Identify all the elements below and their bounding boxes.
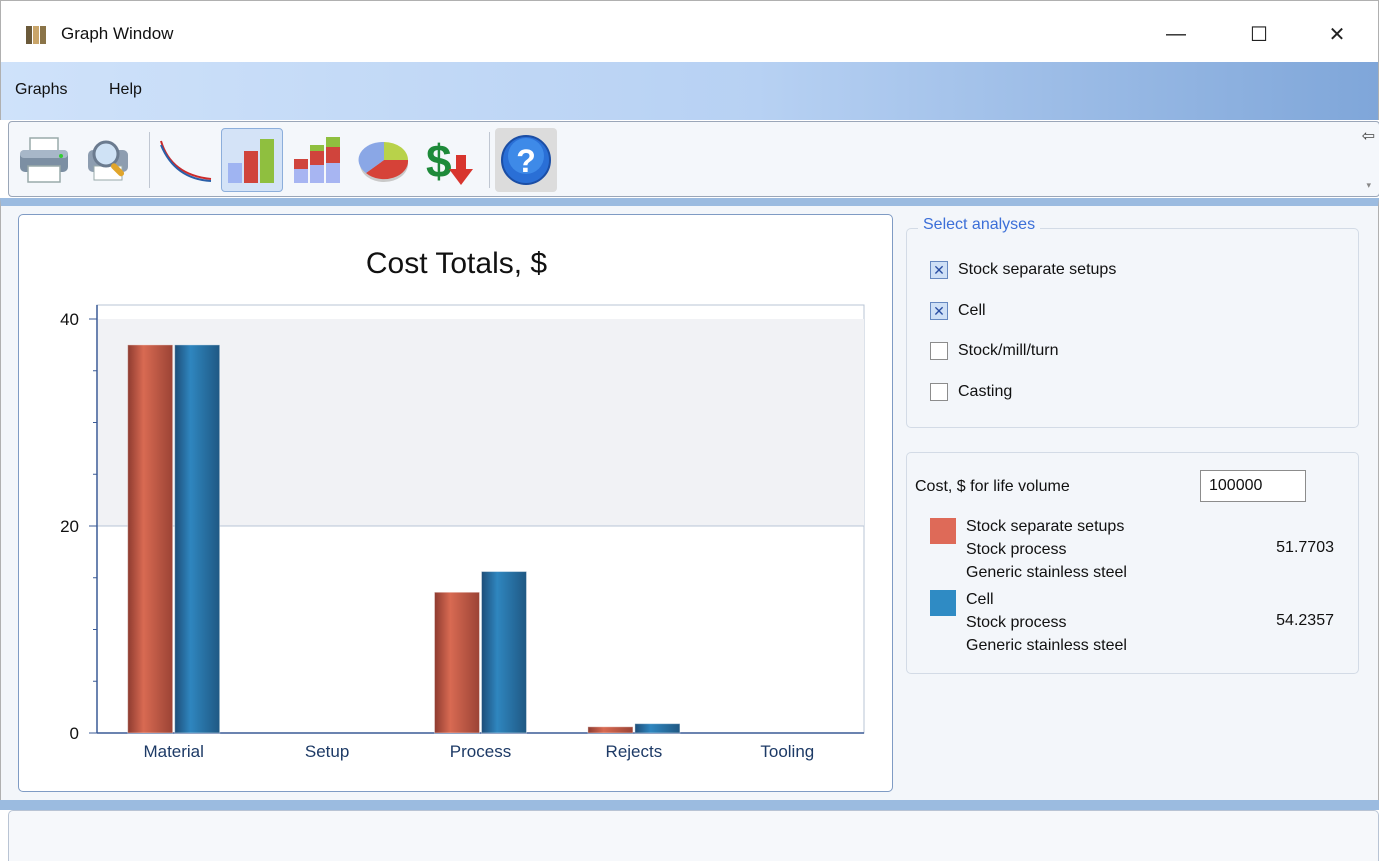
y-tick-label: 20	[60, 517, 79, 536]
svg-text:$: $	[426, 135, 452, 187]
checkbox[interactable]	[930, 342, 948, 360]
bar-material-series-2	[174, 344, 221, 734]
legend-line: Stock separate setups	[966, 518, 1125, 535]
check-icon: ✕	[933, 261, 945, 278]
x-tick-label: Tooling	[760, 742, 814, 761]
cost-dollar-down-icon: $	[426, 135, 473, 187]
checkbox[interactable]: ✕	[930, 302, 948, 320]
legend-line: Generic stainless steel	[966, 637, 1127, 654]
print-preview-button[interactable]	[79, 128, 141, 192]
pie-chart-icon	[358, 141, 409, 182]
x-tick-label: Process	[450, 742, 511, 761]
stacked-bar-graph-button[interactable]	[287, 128, 349, 192]
x-tick-label: Rejects	[606, 742, 663, 761]
legend-line: Cell	[966, 591, 994, 608]
bar-process-series-1	[434, 591, 480, 734]
checkbox-label: Stock separate setups	[958, 261, 1117, 278]
toolbar-overflow-icon[interactable]: ▾	[1366, 180, 1371, 191]
toolbar: $ ? ⇦ ▾	[8, 121, 1379, 197]
bar-graph-button[interactable]	[221, 128, 283, 192]
svg-text:?: ?	[516, 143, 536, 179]
y-tick-label: 40	[60, 310, 79, 329]
minimize-icon: —	[1166, 22, 1186, 45]
bottom-splitter[interactable]	[0, 800, 1379, 810]
curve-graph-icon	[160, 140, 212, 182]
bottom-panel	[8, 810, 1379, 861]
analysis-casting[interactable]: Casting	[930, 383, 1012, 401]
legend-swatch	[930, 590, 956, 616]
check-icon: ✕	[933, 302, 945, 319]
legend-line: Stock process	[966, 614, 1067, 631]
close-button[interactable]: ✕	[1317, 19, 1357, 49]
pin-icon[interactable]: ⇦	[1362, 126, 1375, 146]
toolbar-separator	[489, 132, 490, 188]
maximize-icon: ☐	[1250, 23, 1268, 46]
checkbox-label: Casting	[958, 383, 1013, 400]
menu-graphs[interactable]: Graphs	[15, 81, 67, 99]
help-button[interactable]: ?	[495, 128, 557, 192]
maximize-button[interactable]: ☐	[1239, 19, 1279, 49]
checkbox-label: Stock/mill/turn	[958, 342, 1059, 359]
checkbox-label: Cell	[958, 302, 986, 319]
bar-rejects-series-1	[587, 726, 634, 734]
bar-process-series-2	[481, 571, 527, 734]
stacked-bar-graph-icon	[294, 137, 340, 183]
app-icon	[26, 26, 46, 44]
legend-cost-value: 54.2357	[1276, 612, 1334, 629]
legend-cost-value: 51.7703	[1276, 539, 1334, 556]
window-title: Graph Window	[61, 24, 174, 43]
bar-graph-icon	[228, 139, 274, 183]
legend-line: Generic stainless steel	[966, 564, 1127, 581]
legend-line: Stock process	[966, 541, 1067, 558]
checkbox[interactable]	[930, 383, 948, 401]
x-tick-label: Material	[143, 742, 203, 761]
checkbox[interactable]: ✕	[930, 261, 948, 279]
legend-swatch	[930, 518, 956, 544]
bar-rejects-series-2	[634, 723, 681, 734]
curve-graph-button[interactable]	[155, 128, 217, 192]
bar-material-series-1	[127, 344, 174, 734]
menu-help[interactable]: Help	[109, 81, 142, 99]
print-button[interactable]	[13, 128, 75, 192]
select-analyses-label: Select analyses	[918, 216, 1041, 234]
print-preview-icon	[88, 140, 128, 181]
life-volume-label: Cost, $ for life volume	[915, 478, 1070, 495]
bar-chart: 0 20 40 Material Setup Process Rejects Tooling	[60, 304, 865, 761]
cost-analysis-button[interactable]: $	[419, 128, 481, 192]
analysis-stock-separate-setups[interactable]: ✕ Stock separate setups	[930, 261, 1116, 279]
printer-icon	[20, 137, 68, 183]
analysis-stock-mill-turn[interactable]: Stock/mill/turn	[930, 342, 1058, 360]
life-volume-input[interactable]	[1200, 470, 1306, 502]
y-tick-label: 0	[70, 724, 79, 743]
menu-bar: Graphs Help	[0, 62, 1379, 120]
chart-panel: Cost Totals, $ 0 20 40 Material Setup Process…	[18, 214, 893, 792]
x-tick-label: Setup	[305, 742, 349, 761]
title-bar: Graph Window — ☐ ✕	[0, 0, 1379, 62]
analysis-cell[interactable]: ✕ Cell	[930, 302, 986, 320]
close-icon: ✕	[1328, 23, 1346, 46]
toolbar-separator	[149, 132, 150, 188]
minimize-button[interactable]: —	[1156, 19, 1196, 49]
pie-chart-button[interactable]	[353, 128, 415, 192]
help-icon: ?	[501, 135, 551, 185]
